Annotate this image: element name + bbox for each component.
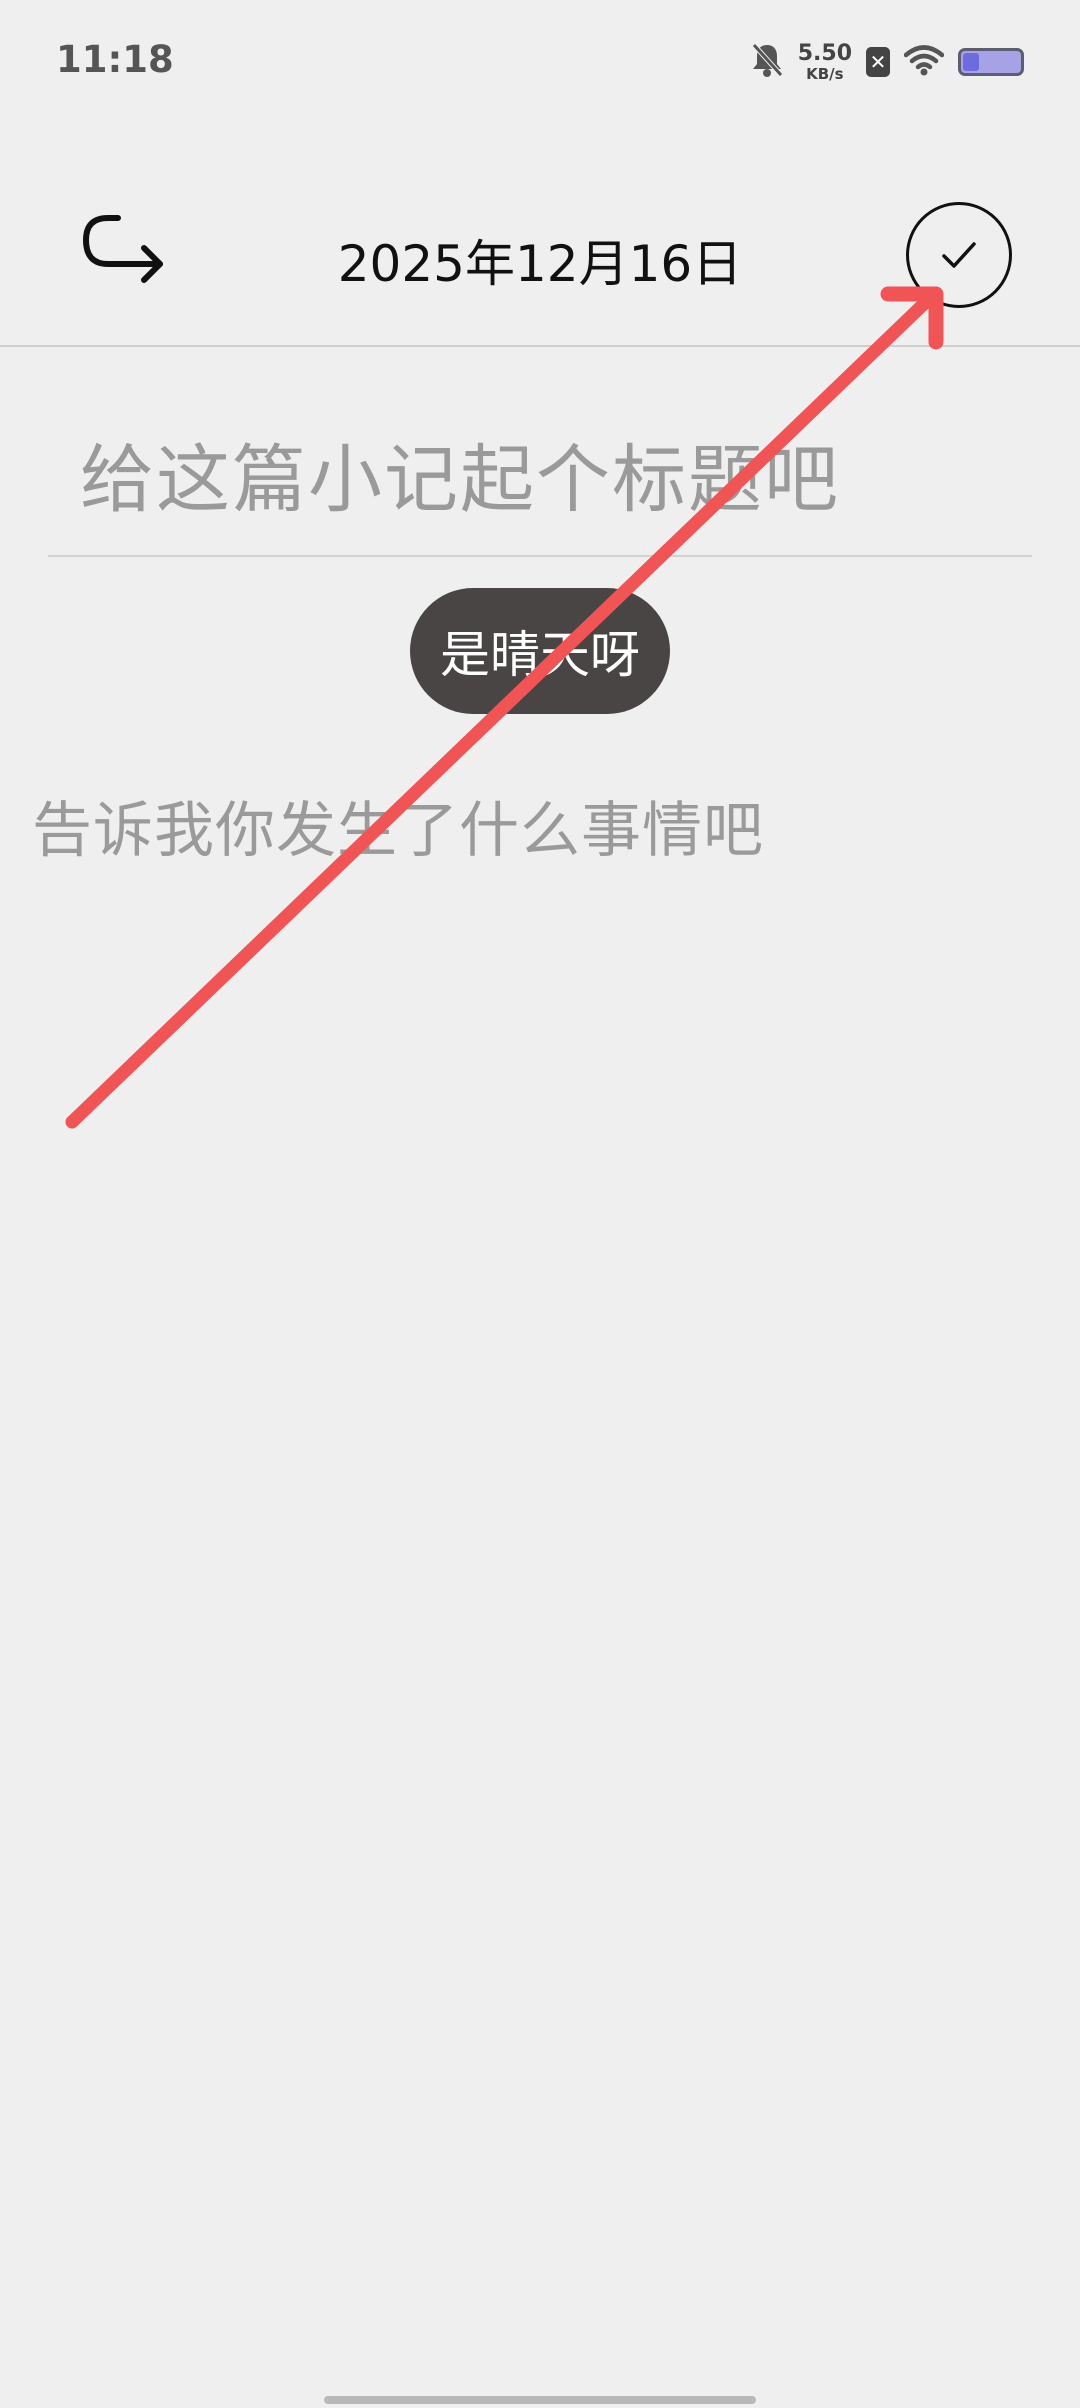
status-bar: 11:18 5.50 KB/s ✕	[0, 0, 1080, 125]
network-speed-unit: KB/s	[806, 64, 844, 83]
bell-muted-icon	[750, 42, 784, 82]
weather-label: 是晴天呀	[440, 626, 640, 684]
status-icons: 5.50 KB/s ✕	[750, 40, 1024, 84]
title-input[interactable]: 给这篇小记起个标题吧	[80, 420, 1020, 527]
wifi-icon	[903, 44, 945, 80]
header-divider	[0, 345, 1080, 347]
title-divider	[48, 555, 1032, 557]
sim-x-icon: ✕	[866, 47, 890, 77]
confirm-button[interactable]	[906, 202, 1012, 308]
weather-button[interactable]: 是晴天呀	[410, 588, 670, 714]
check-icon	[942, 242, 976, 268]
header: 2025年12月16日	[0, 180, 1080, 346]
battery-icon	[958, 48, 1024, 76]
status-time: 11:18	[56, 38, 174, 81]
annotation-arrow	[65, 286, 944, 1129]
home-indicator[interactable]	[324, 2396, 756, 2404]
screen: 11:18 5.50 KB/s ✕ 2025年12月16日 给这篇小记起个标题吧…	[0, 0, 1080, 2408]
network-speed-value: 5.50	[797, 40, 852, 66]
network-speed: 5.50 KB/s	[797, 40, 852, 83]
body-input[interactable]: 告诉我你发生了什么事情吧	[32, 782, 1032, 869]
